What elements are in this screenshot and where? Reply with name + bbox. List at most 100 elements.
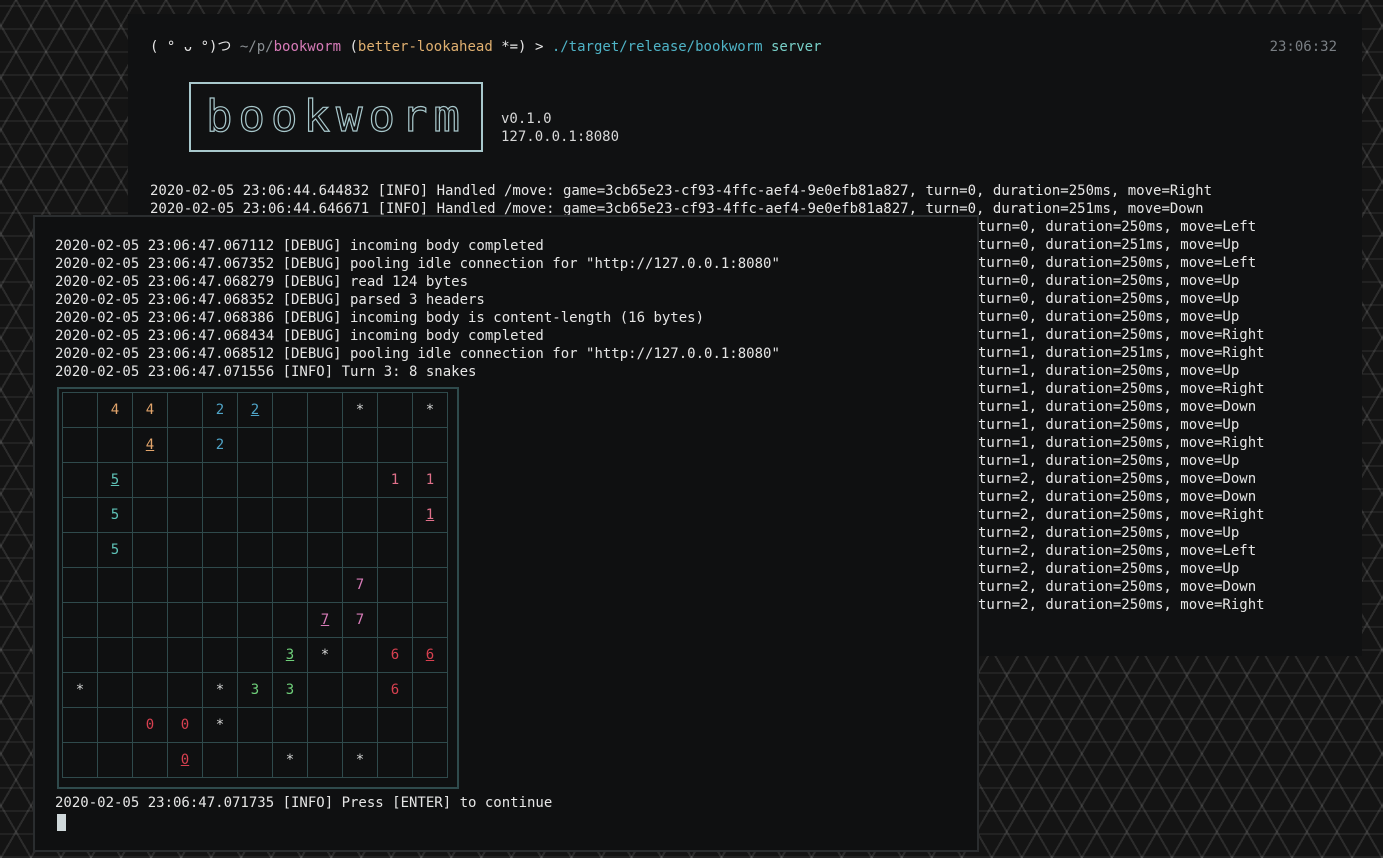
board-cell: 5	[97, 532, 133, 568]
board-cell	[377, 392, 413, 428]
board-cell	[377, 497, 413, 533]
board-cell: 6	[377, 637, 413, 673]
debug-log-line: 2020-02-05 23:06:47.067112 [DEBUG] incom…	[55, 238, 544, 254]
board-row: 77	[62, 602, 448, 638]
debug-log-line: 2020-02-05 23:06:47.068386 [DEBUG] incom…	[55, 310, 705, 326]
board-cell	[202, 532, 238, 568]
board-row: 42	[62, 427, 448, 463]
board-cell: 4	[132, 427, 168, 463]
board-cell	[307, 672, 343, 708]
version-label: v0.1.0	[501, 111, 552, 127]
debug-log-line: 2020-02-05 23:06:47.068279 [DEBUG] read …	[55, 274, 469, 290]
log-line-tail: turn=1, duration=250ms, move=Up	[978, 417, 1240, 433]
board-cell: 7	[342, 602, 378, 638]
board-cell	[307, 462, 343, 498]
board-cell: 0	[167, 742, 203, 778]
board-row: 0 0 *	[62, 707, 448, 743]
snake-head: 6	[425, 647, 435, 663]
board-cell	[62, 497, 98, 533]
log-line-tail: turn=0, duration=250ms, move=Left	[978, 255, 1257, 271]
snake-body: 4	[145, 402, 155, 418]
board-cell	[272, 532, 308, 568]
board-cell	[167, 427, 203, 463]
food-marker: *	[320, 647, 330, 663]
snake-head: 1	[425, 507, 435, 523]
board-cell	[272, 392, 308, 428]
log-line-tail: turn=2, duration=250ms, move=Up	[978, 561, 1240, 577]
board-cell	[272, 707, 308, 743]
log-line-tail: turn=2, duration=250ms, move=Down	[978, 489, 1257, 505]
prompt-branch: better-lookahead	[357, 39, 493, 55]
log-line-tail: turn=1, duration=250ms, move=Right	[978, 381, 1265, 397]
log-line-tail: turn=2, duration=250ms, move=Right	[978, 597, 1265, 613]
board-cell	[202, 742, 238, 778]
board-cell	[132, 637, 168, 673]
log-line-tail: turn=0, duration=250ms, move=Up	[978, 273, 1240, 289]
prompt-branch-state: *=)	[501, 39, 527, 55]
board-cell	[132, 602, 168, 638]
bookworm-logo: bookworm	[189, 82, 483, 152]
board-cell	[272, 602, 308, 638]
board-cell	[167, 462, 203, 498]
board-row: 5 1 1	[62, 462, 448, 498]
board-cell: 5	[97, 497, 133, 533]
client-terminal-window[interactable]: 2020-02-05 23:06:47.067112 [DEBUG] incom…	[33, 215, 979, 852]
snake-body: 3	[285, 682, 295, 698]
prompt-arrow: >	[534, 39, 544, 55]
board-cell	[237, 637, 273, 673]
board-row: 5	[62, 532, 448, 568]
board-cell	[132, 567, 168, 603]
log-line-tail: turn=2, duration=250ms, move=Left	[978, 543, 1257, 559]
board-cell	[167, 567, 203, 603]
log-line-tail: turn=1, duration=250ms, move=Up	[978, 453, 1240, 469]
board-cell	[377, 707, 413, 743]
board-cell	[62, 567, 98, 603]
board-cell: *	[342, 392, 378, 428]
board-cell	[377, 602, 413, 638]
board-cell	[412, 427, 448, 463]
board-cell	[377, 427, 413, 463]
board-cell: *	[342, 742, 378, 778]
debug-log-line: 2020-02-05 23:06:47.068434 [DEBUG] incom…	[55, 328, 544, 344]
snake-body: 6	[390, 682, 400, 698]
board-cell	[272, 497, 308, 533]
board-cell	[342, 427, 378, 463]
board-cell: 1	[377, 462, 413, 498]
log-line-tail: turn=2, duration=250ms, move=Up	[978, 525, 1240, 541]
board-cell	[202, 567, 238, 603]
board-cell	[342, 637, 378, 673]
log-line-tail: turn=0, duration=250ms, move=Up	[978, 309, 1240, 325]
board-cell	[167, 637, 203, 673]
board-cell: 1	[412, 462, 448, 498]
board-cell	[307, 567, 343, 603]
board-cell	[307, 707, 343, 743]
board-cell	[237, 742, 273, 778]
log-line: 2020-02-05 23:06:44.644832 [INFO] Handle…	[150, 183, 1213, 199]
snake-head: 7	[320, 612, 330, 628]
board-cell: 3	[272, 672, 308, 708]
board-cell: 5	[97, 462, 133, 498]
game-board: 4 4 2 2 * * 4 2 5 1 1 5 1 5 7 7 7 3 * 6 6 * * 3 3 6 0 0 * 0 * *	[57, 387, 459, 789]
food-marker: *	[285, 752, 295, 768]
board-cell: 0	[167, 707, 203, 743]
board-cell	[412, 672, 448, 708]
bookworm-logo-art: bookworm	[205, 95, 466, 139]
board-cell	[167, 602, 203, 638]
board-cell	[167, 672, 203, 708]
board-cell: 6	[412, 637, 448, 673]
logo-text: bookworm	[206, 95, 466, 139]
board-cell	[342, 532, 378, 568]
text-cursor[interactable]	[57, 814, 66, 831]
board-cell: 0	[132, 707, 168, 743]
board-cell	[62, 462, 98, 498]
board-cell: *	[307, 637, 343, 673]
board-cell	[62, 392, 98, 428]
prompt-dir: bookworm	[273, 39, 342, 55]
board-cell: 2	[202, 392, 238, 428]
board-cell: 1	[412, 497, 448, 533]
board-cell	[377, 742, 413, 778]
board-cell	[202, 462, 238, 498]
board-cell	[132, 497, 168, 533]
board-cell	[202, 637, 238, 673]
snake-body: 7	[355, 612, 365, 628]
